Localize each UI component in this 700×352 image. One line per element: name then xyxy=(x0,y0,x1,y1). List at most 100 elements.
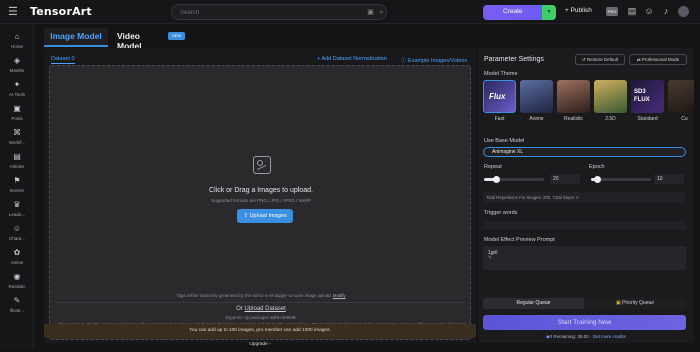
credits-row: ◆0 Remaining: 38.00 · Get more credits xyxy=(478,334,694,340)
models-icon: ◈ xyxy=(13,56,21,65)
modify-link[interactable]: Modify xyxy=(333,293,346,298)
trigger-words-label: Trigger words xyxy=(484,210,518,216)
pro-badge[interactable]: PRO xyxy=(606,7,618,16)
epoch-slider[interactable] xyxy=(591,176,651,183)
top-bar: ☰ TensorArt ▣ ⌕ Create ▾ + Publish PRO ▤… xyxy=(0,0,700,24)
preview-prompt-input[interactable]: 1girl ✎ xyxy=(483,246,686,270)
tags-note: Tags will be randomly generated by the w… xyxy=(50,293,472,298)
sidebar-item-posts[interactable]: ▣ Posts xyxy=(0,104,34,128)
sidebar-item-label: Models xyxy=(9,68,25,73)
avatar[interactable] xyxy=(678,6,689,17)
sidebar-item-ai-tools[interactable]: ✦ AI Tools xyxy=(0,80,34,104)
epoch-label: Epoch xyxy=(589,164,605,170)
sidebar-item-label: Leado... xyxy=(8,212,26,217)
logo[interactable]: TensorArt xyxy=(30,5,92,18)
sidebar-item-anime[interactable]: ✿ Anime xyxy=(0,248,34,272)
restore-default-button[interactable]: ↺ Restore Default xyxy=(575,54,625,65)
professional-mode-button[interactable]: ⇄ Professional Mode xyxy=(629,54,687,65)
sidebar-item-characters[interactable]: ☺ Chara... xyxy=(0,224,34,248)
theme-card-custom[interactable]: Cu xyxy=(668,80,694,125)
epoch-slider-handle[interactable] xyxy=(594,176,601,183)
chevron-down-icon: ⌄ xyxy=(492,148,497,154)
get-more-credits-link[interactable]: Get more credits xyxy=(593,334,626,339)
tab-dataset-0[interactable]: Dataset 0 xyxy=(51,56,75,64)
repeat-slider[interactable] xyxy=(484,176,544,183)
home-icon: ⌂ xyxy=(14,32,20,41)
add-dataset-normalization-link[interactable]: + Add Dataset Normalization xyxy=(317,56,387,62)
sidebar-item-workflow[interactable]: ⌘ Workfl... xyxy=(0,128,34,152)
image-dropzone[interactable]: Click or Drag a Images to upload. Suppor… xyxy=(49,65,471,340)
sidebar-item-leaderboard[interactable]: ♛ Leado... xyxy=(0,200,34,224)
theme-caption: Cu xyxy=(681,116,688,122)
repeat-slider-handle[interactable] xyxy=(493,176,500,183)
upload-dataset-row: Or Upload Dataset xyxy=(50,306,472,312)
tab-priority-queue[interactable]: ▣ Priority Queue xyxy=(584,298,686,309)
discord-icon[interactable]: ☺ xyxy=(643,5,655,17)
gift-icon[interactable]: ▤ xyxy=(626,5,638,17)
tab-regular-queue[interactable]: Regular Queue xyxy=(483,298,584,309)
theme-thumbnail xyxy=(668,80,694,113)
image-limit-banner: You can add up to 100 images, pro member… xyxy=(44,324,476,347)
zip-note: Supports zip packages within 500MB. xyxy=(225,315,297,320)
credits-remaining: 0 Remaining: 38.00 · xyxy=(549,334,592,339)
example-images-label: Example Images/Videos xyxy=(408,58,468,64)
theme-caption: Realistic xyxy=(564,116,583,122)
chevron-down-icon[interactable]: ▾ xyxy=(542,5,556,20)
menu-icon[interactable]: ☰ xyxy=(8,6,20,18)
theme-card-realistic[interactable]: Realistic xyxy=(557,80,590,125)
sidebar-item-illustration[interactable]: ✎ Illustr... xyxy=(0,296,34,320)
sidebar-item-label: Chara... xyxy=(8,236,25,241)
articles-icon: ▤ xyxy=(13,152,21,161)
search-icon[interactable]: ⌕ xyxy=(377,8,386,17)
anime-icon: ✿ xyxy=(13,248,21,257)
panel-title: Parameter Settings xyxy=(484,56,544,63)
events-icon: ⚑ xyxy=(13,176,21,185)
epoch-input[interactable]: 10 xyxy=(654,174,684,184)
upgrade-link[interactable]: Upgrade › xyxy=(249,342,270,347)
image-search-icon[interactable]: ▣ xyxy=(366,8,375,17)
sidebar-item-events[interactable]: ⚑ Events xyxy=(0,176,34,200)
upload-dataset-link[interactable]: Upload Dataset xyxy=(244,306,285,312)
illustration-icon: ✎ xyxy=(13,296,21,305)
start-training-button[interactable]: Start Training Now xyxy=(483,315,686,330)
trigger-words-input[interactable] xyxy=(483,221,686,230)
theme-caption: 2.5D xyxy=(605,116,616,122)
upload-images-button[interactable]: ⇪ Upload Images xyxy=(237,209,293,223)
base-model-select[interactable]: Animagine XL ⌄ xyxy=(483,147,686,157)
bell-icon[interactable]: ♪ xyxy=(660,5,672,17)
theme-thumbnail: SD3 FLUX xyxy=(631,80,664,113)
sidebar-item-articles[interactable]: ▤ Articles xyxy=(0,152,34,176)
search-input[interactable] xyxy=(180,7,350,18)
posts-icon: ▣ xyxy=(13,104,21,113)
realistic-icon: ◉ xyxy=(13,272,21,281)
theme-card-2-5d[interactable]: 2.5D xyxy=(594,80,627,125)
edit-icon[interactable]: ✎ xyxy=(488,255,682,261)
sidebar-item-models[interactable]: ◈ Models xyxy=(0,56,34,80)
divider xyxy=(55,302,465,303)
example-images-link[interactable]: ⓘ Example Images/Videos xyxy=(401,56,467,64)
base-model-label: Use Base Model xyxy=(484,138,525,144)
new-badge: NEW xyxy=(168,32,185,40)
theme-card-anime[interactable]: Anime xyxy=(520,80,553,125)
image-limit-text: You can add up to 100 images, pro member… xyxy=(44,324,476,352)
leaderboard-icon: ♛ xyxy=(13,200,21,209)
sidebar-item-label: Workfl... xyxy=(8,140,26,145)
theme-thumbnail: Flux xyxy=(483,80,516,113)
workflow-icon: ⌘ xyxy=(13,128,21,137)
search-bar[interactable]: ▣ ⌕ xyxy=(171,4,387,20)
queue-tabs: Regular Queue ▣ Priority Queue xyxy=(483,298,686,309)
repeat-input[interactable]: 20 xyxy=(550,174,580,184)
sidebar-item-label: Anime xyxy=(10,260,24,265)
tab-image-model[interactable]: Image Model xyxy=(44,28,108,47)
image-limit-label: You can add up to 100 images, pro member… xyxy=(189,328,331,333)
priority-queue-label: Priority Queue xyxy=(622,300,655,306)
tags-note-text: Tags will be randomly generated by the w… xyxy=(176,293,332,298)
sidebar-item-realistic[interactable]: ◉ Realistic xyxy=(0,272,34,296)
upload-images-label: Upload Images xyxy=(249,213,287,219)
theme-card-fast[interactable]: Flux Fast xyxy=(483,80,516,125)
publish-button[interactable]: + Publish xyxy=(565,7,592,14)
sidebar-item-label: Home xyxy=(10,44,23,49)
theme-card-standard[interactable]: SD3 FLUX Standard xyxy=(631,80,664,125)
create-button[interactable]: Create ▾ xyxy=(483,5,556,20)
sidebar-item-home[interactable]: ⌂ Home xyxy=(0,32,34,56)
